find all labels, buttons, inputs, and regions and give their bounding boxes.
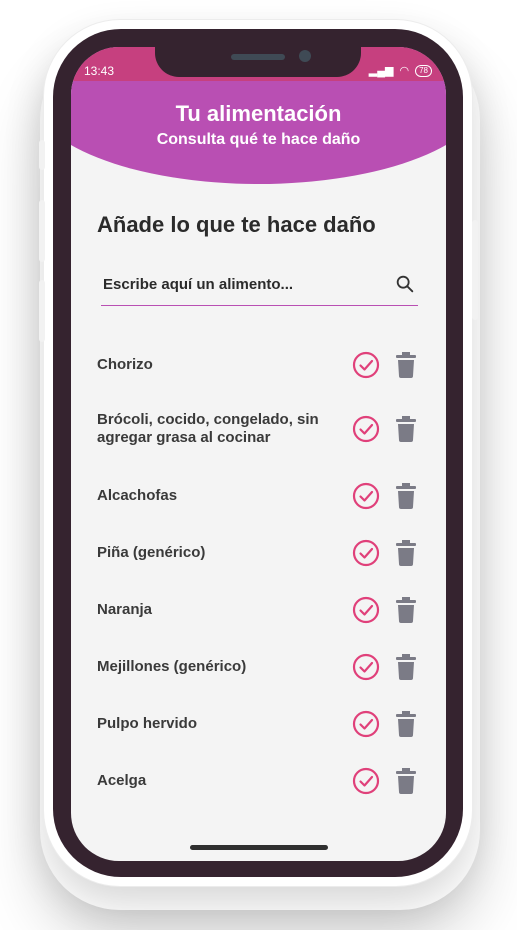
trash-icon[interactable] <box>394 711 418 737</box>
food-row: Acelga <box>97 761 417 801</box>
food-label: Naranja <box>97 601 153 618</box>
trash-icon[interactable] <box>394 540 418 566</box>
power-button <box>472 220 478 320</box>
food-label: Mejillones (genérico) <box>97 658 247 675</box>
check-icon[interactable] <box>352 767 380 795</box>
food-label: Brócoli, cocido, congelado, sin agregar … <box>97 411 319 446</box>
check-icon[interactable] <box>352 539 380 567</box>
trash-icon[interactable] <box>394 416 418 442</box>
check-icon[interactable] <box>352 415 380 443</box>
camera-notch <box>155 47 361 77</box>
food-row: Chorizo <box>97 345 417 385</box>
check-icon[interactable] <box>352 351 380 379</box>
app-screen: 13:43 ▂▄▆ ◠ 78 Tu alimentación Consulta … <box>71 47 446 861</box>
mockup-stage: 13:43 ▂▄▆ ◠ 78 Tu alimentación Consulta … <box>0 0 517 930</box>
speaker-grille <box>231 54 285 60</box>
mute-switch <box>39 140 45 170</box>
battery-icon: 78 <box>415 64 432 77</box>
section-title: Añade lo que te hace daño <box>97 212 376 237</box>
food-row: Mejillones (genérico) <box>97 647 417 687</box>
food-label: Alcachofas <box>97 487 178 504</box>
check-icon[interactable] <box>352 596 380 624</box>
food-row: Piña (genérico) <box>97 533 417 573</box>
food-row: Naranja <box>97 590 417 630</box>
app-title: Tu alimentación <box>175 101 342 126</box>
wifi-icon: ◠ <box>399 65 410 77</box>
trash-icon[interactable] <box>394 597 418 623</box>
trash-icon[interactable] <box>394 352 418 378</box>
food-label: Chorizo <box>97 356 153 373</box>
trash-icon[interactable] <box>394 483 418 509</box>
food-label: Pulpo hervido <box>97 715 198 732</box>
food-label: Acelga <box>97 772 147 789</box>
food-row: Brócoli, cocido, congelado, sin agregar … <box>97 401 417 457</box>
home-indicator[interactable] <box>190 845 328 850</box>
volume-up-button <box>39 200 45 262</box>
volume-down-button <box>39 280 45 342</box>
trash-icon[interactable] <box>394 768 418 794</box>
food-label: Piña (genérico) <box>97 544 206 561</box>
check-icon[interactable] <box>352 482 380 510</box>
trash-icon[interactable] <box>394 654 418 680</box>
food-row: Pulpo hervido <box>97 704 417 744</box>
check-icon[interactable] <box>352 710 380 738</box>
app-subtitle: Consulta qué te hace daño <box>156 131 361 148</box>
signal-icon: ▂▄▆ <box>368 65 394 77</box>
search-icon[interactable] <box>394 273 416 295</box>
food-row: Alcachofas <box>97 476 417 516</box>
status-time: 13:43 <box>84 64 115 78</box>
check-icon[interactable] <box>352 653 380 681</box>
food-search <box>101 269 418 306</box>
front-camera <box>299 50 311 62</box>
status-icons: ▂▄▆ ◠ 78 <box>369 64 432 77</box>
food-search-input[interactable] <box>101 275 395 294</box>
